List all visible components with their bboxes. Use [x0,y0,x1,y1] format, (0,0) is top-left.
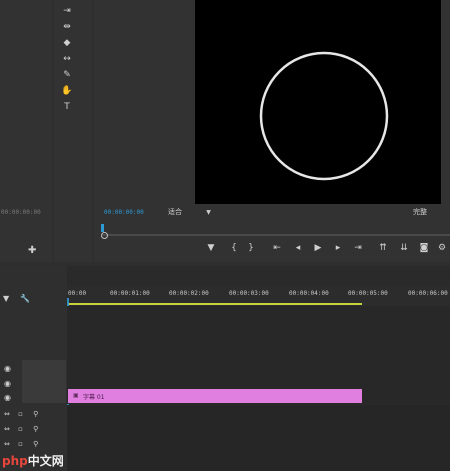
type-icon[interactable]: T [60,100,74,114]
razor-icon[interactable]: ◆ [60,36,74,50]
ruler-tick: 00:00:04:00 [289,290,329,297]
chevron-down-icon: ▼ [206,209,211,216]
snap-marker-icon[interactable]: ▼ [3,294,9,303]
eye-icon[interactable]: ◉ [4,380,14,388]
eye-icon[interactable]: ◉ [4,394,14,402]
wrench-icon[interactable]: 🔧 [20,294,30,303]
mute-icon[interactable]: ▫ [18,440,23,448]
work-area-bar[interactable] [68,303,362,305]
eye-icon[interactable]: ◉ [4,365,14,373]
title-graphic [259,51,389,181]
source-timecode: 00:00:00:00 [1,209,41,216]
scrub-position-icon[interactable] [101,232,108,239]
source-panel [0,0,52,262]
mute-icon[interactable]: ▫ [18,410,23,418]
ruler-tick: 00:00:02:00 [169,290,209,297]
go-to-in-icon[interactable]: ⇤ [271,241,283,255]
ruler-tick: 00:00 [68,290,87,297]
extract-icon[interactable]: ⇊ [397,241,411,255]
program-timecode[interactable]: 00:00:00:00 [104,209,144,216]
mic-icon[interactable]: ⚲ [33,440,38,448]
title-clip[interactable]: ▣ 字幕 01 [68,389,362,403]
sync-lock-icon[interactable]: ⇔ [4,440,10,448]
fit-dropdown[interactable]: 适合 ▼ [168,207,211,217]
ruler-tick: 00:00:03:00 [229,290,269,297]
pen-icon[interactable]: ✎ [60,68,74,82]
go-to-out-icon[interactable]: ⇥ [352,241,364,255]
lift-icon[interactable]: ⇈ [376,241,390,255]
watermark-logo: php中文网 [2,454,64,468]
circle-shape[interactable] [259,51,389,181]
hand-icon[interactable]: ✋ [60,84,74,98]
ruler-tick: 00:00:01:00 [110,290,150,297]
ruler-tick: 00:00:06:00 [408,290,448,297]
mark-out-icon[interactable]: } [245,241,257,255]
audio-track-controls-3[interactable]: ⇔ ▫ ⚲ [4,440,38,448]
program-monitor-canvas [195,0,441,204]
ripple-edit-icon[interactable]: ⇹ [60,20,74,34]
track-header-block [22,360,66,403]
mic-icon[interactable]: ⚲ [33,425,38,433]
add-marker-icon[interactable]: ✚ [28,245,36,256]
audio-track-controls-2[interactable]: ⇔ ▫ ⚲ [4,425,38,433]
sync-lock-icon[interactable]: ⇔ [4,410,10,418]
export-frame-icon[interactable]: ◙ [418,241,430,255]
playhead-handle-icon[interactable] [101,224,104,232]
audio-track-controls-1[interactable]: ⇔ ▫ ⚲ [4,410,38,418]
play-icon[interactable]: ▶ [312,241,324,255]
slip-icon[interactable]: ↔ [60,52,74,66]
quality-label: 完整 [413,208,427,216]
sync-lock-icon[interactable]: ⇔ [4,425,10,433]
step-forward-icon[interactable]: ▸ [332,241,344,255]
audio-track-area [67,405,450,471]
quality-dropdown[interactable]: 完整 [413,207,427,217]
ruler-tick: 00:00:05:00 [348,290,388,297]
step-back-icon[interactable]: ◂ [292,241,304,255]
clip-label: 字幕 01 [83,394,105,401]
marker-icon[interactable]: ▼ [205,241,217,255]
mic-icon[interactable]: ⚲ [33,410,38,418]
program-scrub-bar[interactable] [102,234,450,236]
fit-label: 适合 [168,208,182,216]
mark-in-icon[interactable]: { [228,241,240,255]
settings-icon[interactable]: ⚙ [436,241,448,255]
clip-fx-icon: ▣ [73,392,79,399]
mute-icon[interactable]: ▫ [18,425,23,433]
track-select-icon[interactable]: ⇥ [60,4,74,18]
